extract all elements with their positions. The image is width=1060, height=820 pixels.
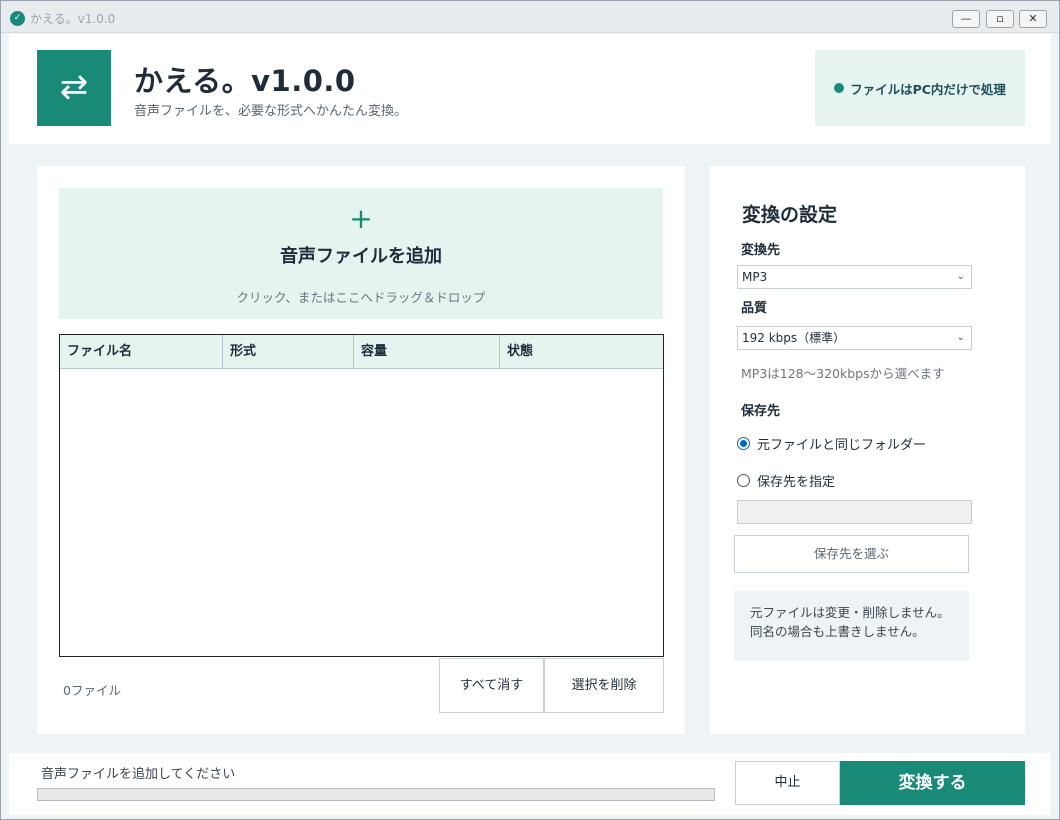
swap-arrows-icon: ⇄: [37, 50, 111, 126]
info-note: 元ファイルは変更・削除しません。 同名の場合も上書きしません。: [734, 591, 969, 661]
radio-unchecked-icon[interactable]: [737, 474, 750, 487]
file-count: 0ファイル: [63, 683, 121, 698]
destination-label: 保存先: [741, 404, 781, 419]
settings-panel: 変換の設定 変換先 MP3 ⌄ 品質 192 kbps（標準） ⌄ MP3は12…: [710, 166, 1025, 734]
close-button[interactable]: ✕: [1019, 10, 1047, 28]
quality-select[interactable]: 192 kbps（標準） ⌄: [737, 326, 972, 350]
file-table[interactable]: ファイル名 形式 容量 状態: [59, 334, 664, 657]
format-label: 変換先: [741, 243, 781, 258]
app-title: かえる。v1.0.0: [134, 64, 356, 98]
drop-zone[interactable]: + 音声ファイルを追加 クリック、またはここへドラッグ＆ドロップ: [59, 188, 663, 319]
chevron-down-icon: ⌄: [956, 271, 965, 282]
minimize-button[interactable]: —: [952, 10, 980, 28]
stop-button[interactable]: 中止: [735, 761, 840, 805]
info-note-line2: 同名の場合も上書きしません。: [750, 624, 925, 639]
column-header-format[interactable]: 形式: [223, 335, 354, 369]
table-header: ファイル名 形式 容量 状態: [60, 335, 663, 369]
format-select-value: MP3: [742, 270, 768, 284]
settings-title: 変換の設定: [742, 204, 838, 226]
destination-path-field[interactable]: [737, 500, 972, 524]
radio-same-folder[interactable]: 元ファイルと同じフォルダー: [737, 434, 926, 453]
column-header-size[interactable]: 容量: [354, 335, 500, 369]
file-panel: + 音声ファイルを追加 クリック、またはここへドラッグ＆ドロップ ファイル名 形…: [37, 166, 685, 734]
quality-label: 品質: [741, 301, 768, 316]
column-header-filename[interactable]: ファイル名: [60, 335, 223, 369]
status-dot-icon: [834, 83, 845, 93]
convert-button[interactable]: 変換する: [840, 761, 1025, 805]
status-text: 音声ファイルを追加してください: [41, 767, 236, 782]
app-window: ✓ かえる。v1.0.0 — ▫ ✕ ⇄ かえる。v1.0.0 音声ファイルを、…: [0, 0, 1060, 820]
drop-zone-hint: クリック、またはここへドラッグ＆ドロップ: [236, 290, 486, 305]
drop-zone-title: 音声ファイルを追加: [280, 246, 442, 267]
radio-same-folder-label: 元ファイルと同じフォルダー: [757, 438, 927, 453]
privacy-badge-label: ファイルはPC内だけで処理: [850, 81, 1006, 97]
progress-bar: [37, 788, 715, 801]
column-header-status[interactable]: 状態: [500, 335, 663, 369]
app-subtitle: 音声ファイルを、必要な形式へかんたん変換。: [134, 104, 408, 119]
title-bar[interactable]: ✓ かえる。v1.0.0 — ▫ ✕: [1, 1, 1059, 33]
choose-destination-button[interactable]: 保存先を選ぶ: [734, 535, 969, 573]
quality-hint: MP3は128〜320kbpsから選べます: [741, 366, 945, 381]
bottom-bar: 音声ファイルを追加してください 中止 変換する: [9, 753, 1051, 815]
chevron-down-icon: ⌄: [956, 332, 965, 343]
radio-checked-icon[interactable]: [737, 437, 750, 450]
quality-select-value: 192 kbps（標準）: [742, 331, 846, 345]
maximize-button[interactable]: ▫: [986, 10, 1014, 28]
radio-custom-folder[interactable]: 保存先を指定: [737, 471, 835, 490]
remove-selected-button[interactable]: 選択を削除: [544, 658, 664, 713]
clear-all-button[interactable]: すべて消す: [439, 658, 544, 713]
privacy-badge: ファイルはPC内だけで処理: [815, 50, 1025, 126]
format-select[interactable]: MP3 ⌄: [737, 265, 972, 289]
window-title: かえる。v1.0.0: [30, 12, 116, 26]
info-note-line1: 元ファイルは変更・削除しません。: [750, 605, 950, 620]
plus-icon: +: [349, 202, 373, 235]
radio-custom-folder-label: 保存先を指定: [757, 475, 836, 490]
frog-app-icon: ✓: [10, 11, 25, 26]
app-header: ⇄ かえる。v1.0.0 音声ファイルを、必要な形式へかんたん変換。 ファイルは…: [9, 34, 1051, 144]
